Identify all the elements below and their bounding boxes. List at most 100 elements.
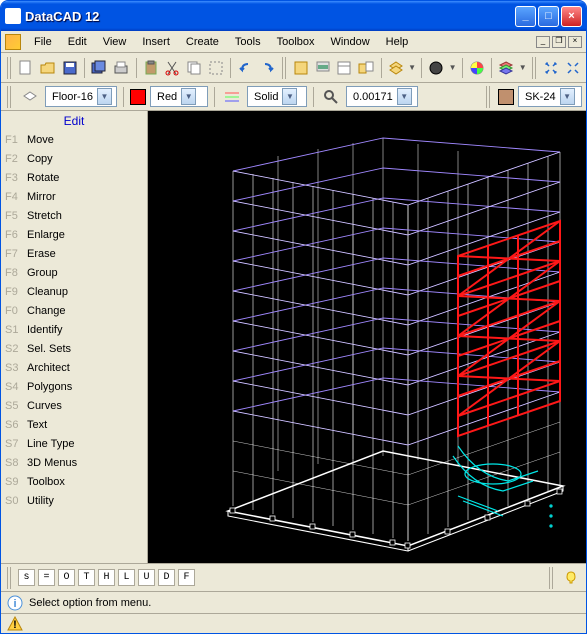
mdi-restore-button[interactable]: ❐ — [552, 36, 566, 48]
side-label: Line Type — [27, 436, 75, 453]
side-item-curves[interactable]: S5Curves — [1, 397, 147, 416]
side-label: Group — [27, 265, 58, 282]
side-item-copy[interactable]: F2Copy — [1, 150, 147, 169]
menu-view[interactable]: View — [96, 34, 134, 50]
color-swatch[interactable] — [130, 89, 146, 105]
side-item-stretch[interactable]: F5Stretch — [1, 207, 147, 226]
new-button[interactable] — [17, 57, 36, 79]
copy-button[interactable] — [185, 57, 204, 79]
drawing-canvas[interactable] — [148, 111, 586, 563]
contract-button[interactable] — [563, 57, 582, 79]
side-item-text[interactable]: S6Text — [1, 416, 147, 435]
side-item-architect[interactable]: S3Architect — [1, 359, 147, 378]
side-item-polygons[interactable]: S4Polygons — [1, 378, 147, 397]
side-item-rotate[interactable]: F3Rotate — [1, 169, 147, 188]
side-item-cleanup[interactable]: F9Cleanup — [1, 283, 147, 302]
warn-bar: ! — [1, 613, 586, 633]
tool-a-button[interactable] — [292, 57, 311, 79]
tool-d-button[interactable] — [357, 57, 376, 79]
grip[interactable] — [486, 86, 492, 108]
material-dropdown[interactable]: SK-24 ▼ — [518, 86, 582, 107]
swat-D[interactable]: D — [158, 569, 175, 586]
swat-O[interactable]: O — [58, 569, 75, 586]
render-button[interactable] — [427, 57, 446, 79]
swat-s[interactable]: s — [18, 569, 35, 586]
side-item-enlarge[interactable]: F6Enlarge — [1, 226, 147, 245]
zoom-icon[interactable] — [320, 86, 342, 108]
menu-help[interactable]: Help — [379, 34, 416, 50]
side-item-mirror[interactable]: F4Mirror — [1, 188, 147, 207]
color-dropdown[interactable]: Red ▼ — [150, 86, 208, 107]
svg-text:i: i — [13, 598, 16, 610]
menu-tools[interactable]: Tools — [228, 34, 268, 50]
side-item-3d-menus[interactable]: S83D Menus — [1, 454, 147, 473]
grip[interactable] — [282, 57, 287, 79]
side-item-move[interactable]: F1Move — [1, 131, 147, 150]
linetype-value: Solid — [250, 91, 282, 103]
window-title: DataCAD 12 — [25, 9, 515, 24]
swat-=[interactable]: = — [38, 569, 55, 586]
linetype-icon[interactable] — [221, 86, 243, 108]
side-label: Copy — [27, 151, 53, 168]
side-item-sel--sets[interactable]: S2Sel. Sets — [1, 340, 147, 359]
swat-H[interactable]: H — [98, 569, 115, 586]
side-item-identify[interactable]: S1Identify — [1, 321, 147, 340]
paste-button[interactable] — [141, 57, 160, 79]
side-item-line-type[interactable]: S7Line Type — [1, 435, 147, 454]
layer-dropdown[interactable]: Floor-16 ▼ — [45, 86, 117, 107]
side-key: S4 — [5, 379, 27, 396]
grip[interactable] — [7, 567, 13, 589]
side-item-toolbox[interactable]: S9Toolbox — [1, 473, 147, 492]
linetype-dropdown[interactable]: Solid ▼ — [247, 86, 307, 107]
layers-button[interactable] — [386, 57, 405, 79]
swat-L[interactable]: L — [118, 569, 135, 586]
expand-button[interactable] — [542, 57, 561, 79]
color-wheel-button[interactable] — [467, 57, 486, 79]
side-label: Cleanup — [27, 284, 68, 301]
tool-b-button[interactable] — [313, 57, 332, 79]
menu-create[interactable]: Create — [179, 34, 226, 50]
side-key: S6 — [5, 417, 27, 434]
layer-icon[interactable] — [19, 86, 41, 108]
doc-icon — [5, 34, 21, 50]
print-button[interactable] — [112, 57, 131, 79]
grip[interactable] — [532, 57, 537, 79]
redo-button[interactable] — [258, 57, 277, 79]
side-item-group[interactable]: F8Group — [1, 264, 147, 283]
menu-file[interactable]: File — [27, 34, 59, 50]
select-button[interactable] — [207, 57, 226, 79]
side-key: F8 — [5, 265, 27, 282]
menu-insert[interactable]: Insert — [135, 34, 177, 50]
side-item-change[interactable]: F0Change — [1, 302, 147, 321]
saveall-button[interactable] — [90, 57, 109, 79]
minimize-button[interactable]: _ — [515, 6, 536, 27]
menu-toolbox[interactable]: Toolbox — [270, 34, 322, 50]
status-text: Select option from menu. — [29, 597, 151, 609]
side-item-utility[interactable]: S0Utility — [1, 492, 147, 511]
grip[interactable] — [7, 86, 13, 108]
material-swatch[interactable] — [498, 89, 514, 105]
hint-icon[interactable] — [560, 567, 582, 589]
undo-button[interactable] — [236, 57, 255, 79]
grip[interactable] — [549, 567, 555, 589]
swat-F[interactable]: F — [178, 569, 195, 586]
swat-T[interactable]: T — [78, 569, 95, 586]
save-button[interactable] — [60, 57, 79, 79]
mdi-close-button[interactable]: × — [568, 36, 582, 48]
open-button[interactable] — [39, 57, 58, 79]
side-key: F4 — [5, 189, 27, 206]
mdi-minimize-button[interactable]: _ — [536, 36, 550, 48]
cut-button[interactable] — [163, 57, 182, 79]
svg-text:!: ! — [13, 619, 17, 631]
close-button[interactable]: × — [561, 6, 582, 27]
swat-U[interactable]: U — [138, 569, 155, 586]
maximize-button[interactable]: □ — [538, 6, 559, 27]
scale-dropdown[interactable]: 0.00171 ▼ — [346, 86, 418, 107]
menu-window[interactable]: Window — [324, 34, 377, 50]
side-item-erase[interactable]: F7Erase — [1, 245, 147, 264]
layers2-button[interactable] — [497, 57, 516, 79]
grip[interactable] — [7, 57, 12, 79]
side-label: Toolbox — [27, 474, 65, 491]
menu-edit[interactable]: Edit — [61, 34, 94, 50]
tool-c-button[interactable] — [335, 57, 354, 79]
